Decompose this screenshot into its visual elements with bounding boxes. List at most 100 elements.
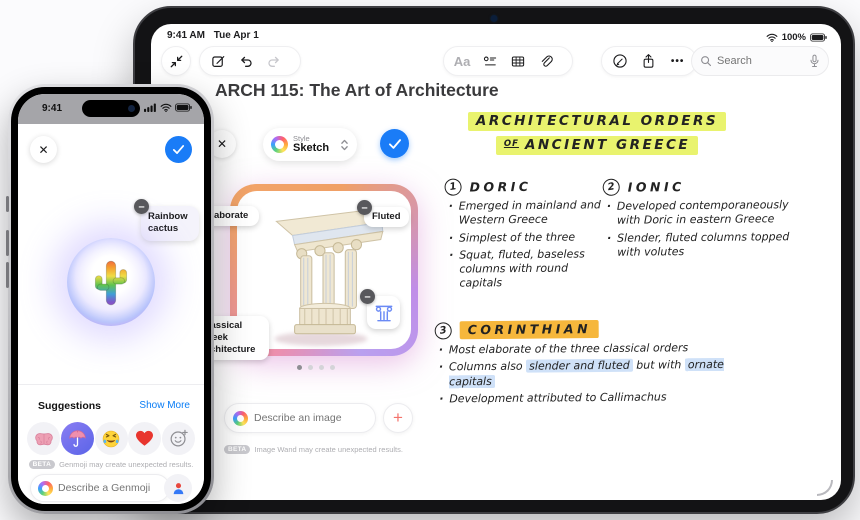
plus-icon: +	[393, 408, 403, 427]
divider	[18, 384, 204, 385]
person-icon	[171, 481, 186, 496]
minus-icon: –	[138, 200, 145, 213]
image-wand-disclaimer: BETA Image Wand may create unexpected re…	[224, 445, 403, 454]
heading-of: OF	[503, 139, 519, 149]
cellular-signal-icon	[144, 103, 157, 112]
minus-icon: –	[364, 290, 371, 303]
ipad-notes-screen: 9:41 AM Tue Apr 1 100% Aa ••• Search ARC…	[151, 24, 841, 500]
page-dot-3[interactable]	[319, 365, 324, 370]
page-dot-4[interactable]	[330, 365, 335, 370]
doric-bullet: Squat, fluted, baseless columns with rou…	[459, 247, 603, 291]
markup-button[interactable]	[606, 47, 634, 75]
ionic-heading: IONIC	[627, 179, 685, 195]
ellipsis-icon: •••	[670, 55, 685, 67]
note-title: ARCH 115: The Art of Architecture	[215, 80, 499, 100]
collapse-button[interactable]	[161, 46, 191, 76]
suggestion-new-genmoji-icon[interactable]	[162, 422, 195, 455]
wifi-icon	[160, 103, 172, 112]
prompt-chip-rainbow-cactus[interactable]: Rainbow cactus	[141, 206, 199, 241]
suggestions-label: Suggestions	[38, 400, 102, 412]
style-value: Sketch	[293, 141, 330, 154]
suggestion-brain-emoji[interactable]	[27, 422, 60, 455]
remove-chip-sketch-button[interactable]: –	[360, 289, 375, 304]
apple-intelligence-icon	[38, 480, 53, 496]
describe-genmoji-input[interactable]	[58, 482, 162, 494]
pencil-corner-indicator[interactable]	[817, 480, 833, 496]
column-sketch-icon	[373, 302, 395, 324]
attach-button[interactable]	[532, 47, 560, 75]
search-field[interactable]	[691, 46, 829, 76]
compose-button[interactable]	[204, 47, 232, 75]
beta-badge: BETA	[28, 460, 56, 469]
close-icon: ✕	[216, 137, 228, 151]
describe-image-input[interactable]	[254, 412, 367, 424]
table-button[interactable]	[504, 47, 532, 75]
chevron-up-down-icon	[340, 138, 349, 152]
suggestion-umbrella-emoji[interactable]	[60, 422, 94, 455]
remove-chip-fluted-button[interactable]: –	[357, 200, 372, 215]
bullet2-mid: but with	[632, 358, 685, 373]
undo-button[interactable]	[232, 47, 260, 75]
ipad-front-camera	[490, 15, 498, 22]
genmoji-accept-button[interactable]	[165, 136, 192, 163]
handwritten-heading: ARCHITECTURAL ORDERS OF ANCIENT GREECE	[447, 110, 747, 155]
corinthian-bullet: Development attributed to Callimachus	[449, 389, 770, 406]
genmoji-preview-orb	[67, 238, 155, 326]
style-picker[interactable]: Style Sketch	[263, 128, 357, 161]
page-dot-1[interactable]	[297, 365, 302, 370]
dictation-mic-icon[interactable]	[809, 54, 820, 68]
battery-icon	[810, 32, 827, 42]
compose-icon	[211, 54, 226, 69]
wifi-icon	[766, 33, 778, 42]
suggestion-heart-emoji[interactable]	[128, 422, 162, 455]
iphone-action-button	[6, 196, 9, 212]
share-icon	[641, 53, 656, 69]
more-button[interactable]: •••	[664, 47, 692, 75]
doric-bullet: Emerged in mainland and Western Greece	[459, 198, 603, 228]
chip-fluted-label: Fluted	[372, 211, 401, 222]
suggestion-laughing-crying-emoji[interactable]	[94, 422, 128, 455]
apple-intelligence-icon	[233, 410, 248, 426]
search-input[interactable]	[717, 55, 804, 67]
describe-genmoji-field[interactable]	[30, 474, 170, 502]
page-dot-2[interactable]	[308, 365, 313, 370]
iphone-bezel: 9:41 ✕ – Rainbow cactus Suggestions Show…	[11, 87, 211, 511]
ionic-bullet: Slender, fluted columns topped with volu…	[617, 230, 791, 260]
genmoji-sheet: ✕ – Rainbow cactus Suggestions Show More…	[18, 124, 204, 504]
paperclip-icon	[539, 54, 554, 69]
ipad-status-time: 9:41 AM	[167, 30, 205, 41]
genmoji-close-button[interactable]: ✕	[30, 136, 57, 163]
dynamic-island	[82, 100, 140, 117]
battery-icon	[175, 103, 192, 112]
checklist-button[interactable]	[476, 47, 504, 75]
heading-line2: ANCIENT GREECE	[524, 137, 691, 153]
share-button[interactable]	[635, 47, 663, 75]
describe-image-field[interactable]	[224, 403, 376, 433]
people-picker-button[interactable]	[164, 474, 192, 502]
redo-button[interactable]	[260, 47, 288, 75]
ipad-device: 9:41 AM Tue Apr 1 100% Aa ••• Search ARC…	[133, 6, 855, 514]
collapse-icon	[169, 54, 184, 69]
heading-line1: ARCHITECTURAL ORDERS	[467, 112, 727, 131]
corinthian-heading: CORINTHIAN	[459, 320, 600, 340]
genmoji-disclaimer: BETA Genmoji may create unexpected resul…	[18, 460, 204, 469]
image-wand-accept-button[interactable]	[380, 129, 409, 158]
corinthian-number: 3	[433, 320, 453, 341]
iphone-status-bar: 9:41	[18, 94, 204, 124]
notes-toolbar: Aa ••• Search	[161, 46, 829, 78]
disclaimer-text: Image Wand may create unexpected results…	[254, 445, 403, 454]
text-format-button[interactable]: Aa	[448, 47, 476, 75]
page-indicator[interactable]	[297, 365, 335, 370]
beta-badge: BETA	[224, 445, 251, 454]
remove-chip-rainbow-cactus-button[interactable]: –	[134, 199, 149, 214]
style-swirl-icon	[271, 136, 288, 153]
checkmark-icon	[172, 144, 185, 155]
suggestions-row	[27, 422, 195, 455]
add-image-button[interactable]: +	[383, 403, 413, 433]
show-more-link[interactable]: Show More	[139, 400, 190, 411]
markup-pencil-icon	[612, 53, 628, 69]
undo-icon	[238, 54, 254, 69]
doric-heading: DORIC	[469, 178, 532, 195]
stage: 9:41 AM Tue Apr 1 100% Aa ••• Search ARC…	[0, 0, 860, 520]
checkmark-icon	[388, 138, 402, 150]
